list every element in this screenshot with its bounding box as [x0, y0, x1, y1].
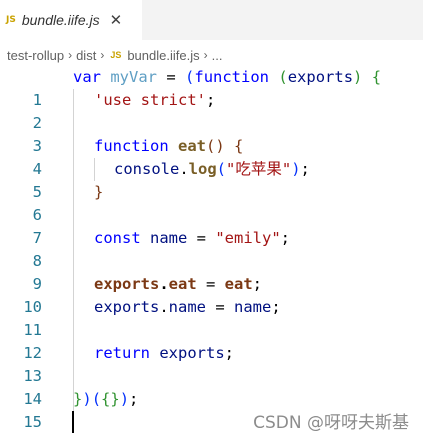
code-line: 2 'use strict'; — [0, 89, 423, 132]
breadcrumb-file[interactable]: bundle.iife.js — [127, 48, 199, 63]
close-icon[interactable]: ✕ — [110, 12, 123, 28]
code-line: 9 — [0, 250, 423, 293]
breadcrumb-folder-dist[interactable]: dist — [76, 48, 96, 63]
js-file-icon: JS — [6, 15, 16, 25]
breadcrumb-folder-test-rollup[interactable]: test-rollup — [7, 48, 64, 63]
js-file-icon: JS — [110, 50, 122, 60]
code-line: 11 exports.name = name; — [0, 296, 423, 339]
tab-title: bundle.iife.js — [21, 12, 100, 28]
code-line: 14 — [0, 365, 423, 408]
line-number: 16 — [0, 434, 42, 439]
code-line: 6 } — [0, 181, 423, 224]
code-line: 12 — [0, 319, 423, 362]
code-line: 8 const name = "emily"; — [0, 227, 423, 270]
code-line: 4 function eat() { — [0, 135, 423, 178]
chevron-right-icon: › — [100, 48, 105, 62]
code-editor[interactable]: 1 var myVar = (function (exports) { 2 'u… — [0, 66, 423, 439]
code-line: 5 console.log("吃苹果"); — [0, 158, 423, 201]
code-line: 13 return exports; — [0, 342, 423, 385]
chevron-right-icon: › — [203, 48, 208, 62]
code-line: 10 exports.eat = eat; — [0, 273, 423, 316]
code-line: 1 var myVar = (function (exports) { — [0, 66, 423, 109]
chevron-right-icon: › — [68, 48, 73, 62]
breadcrumb-more[interactable]: ... — [212, 48, 223, 63]
watermark: CSDN @呀呀夫斯基 — [253, 413, 409, 433]
tab-bundle-iife[interactable]: JS bundle.iife.js ✕ — [0, 0, 142, 40]
text-cursor — [72, 411, 74, 433]
code-line: 7 — [0, 204, 423, 247]
breadcrumb: test-rollup › dist › JS bundle.iife.js ›… — [0, 44, 423, 66]
code-line: 3 — [0, 112, 423, 155]
tab-bar: JS bundle.iife.js ✕ — [0, 0, 423, 40]
